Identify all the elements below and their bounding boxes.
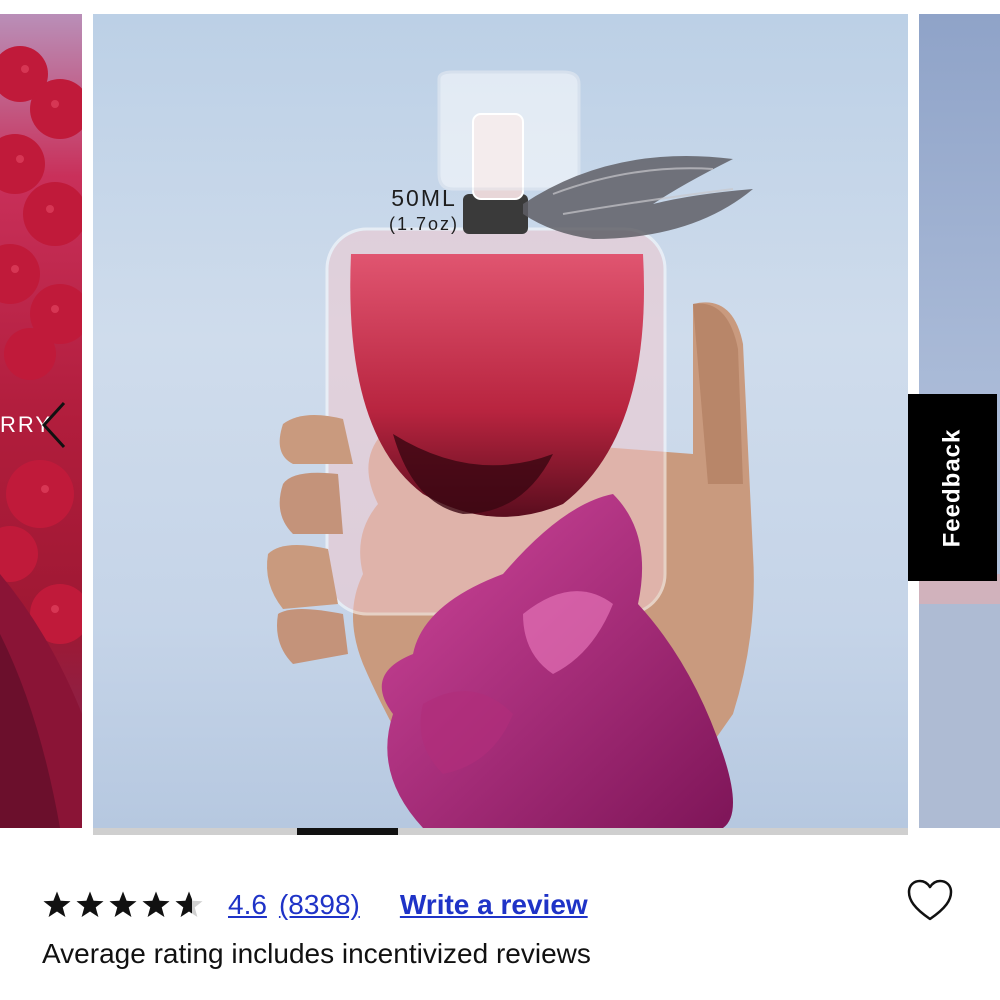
star-icon-filled <box>43 891 71 917</box>
review-count-link[interactable]: (8398) <box>279 889 360 921</box>
carousel-prev-button[interactable] <box>30 395 80 455</box>
feedback-label: Feedback <box>938 428 966 547</box>
star-icon-filled <box>76 891 104 917</box>
star-rating-icons <box>43 891 203 917</box>
favorite-button[interactable] <box>900 872 960 932</box>
chevron-left-icon <box>41 401 66 449</box>
star-icon-filled <box>142 891 170 917</box>
carousel-progress-indicator <box>297 828 398 835</box>
size-oz-text: (1.7oz) <box>389 214 460 234</box>
bottle-size-label: 50ML (1.7oz) <box>389 185 459 235</box>
product-image-carousel[interactable]: RRY 50ML (1.7oz) <box>0 0 1000 840</box>
star-icon-filled <box>109 891 137 917</box>
carousel-progress-track <box>93 828 908 835</box>
star-rating <box>42 890 204 920</box>
feedback-button[interactable]: Feedback <box>908 394 997 581</box>
heart-icon <box>901 873 959 931</box>
rating-row: 4.6 (8398) Write a review <box>42 884 588 926</box>
rating-value-link[interactable]: 4.6 <box>228 889 267 921</box>
size-ml-text: 50ML <box>391 185 457 211</box>
write-review-link[interactable]: Write a review <box>400 889 588 921</box>
perfume-bottle-illustration <box>267 70 754 828</box>
rating-disclaimer: Average rating includes incentivized rev… <box>42 938 591 969</box>
main-product-image[interactable]: 50ML (1.7oz) <box>93 14 908 828</box>
